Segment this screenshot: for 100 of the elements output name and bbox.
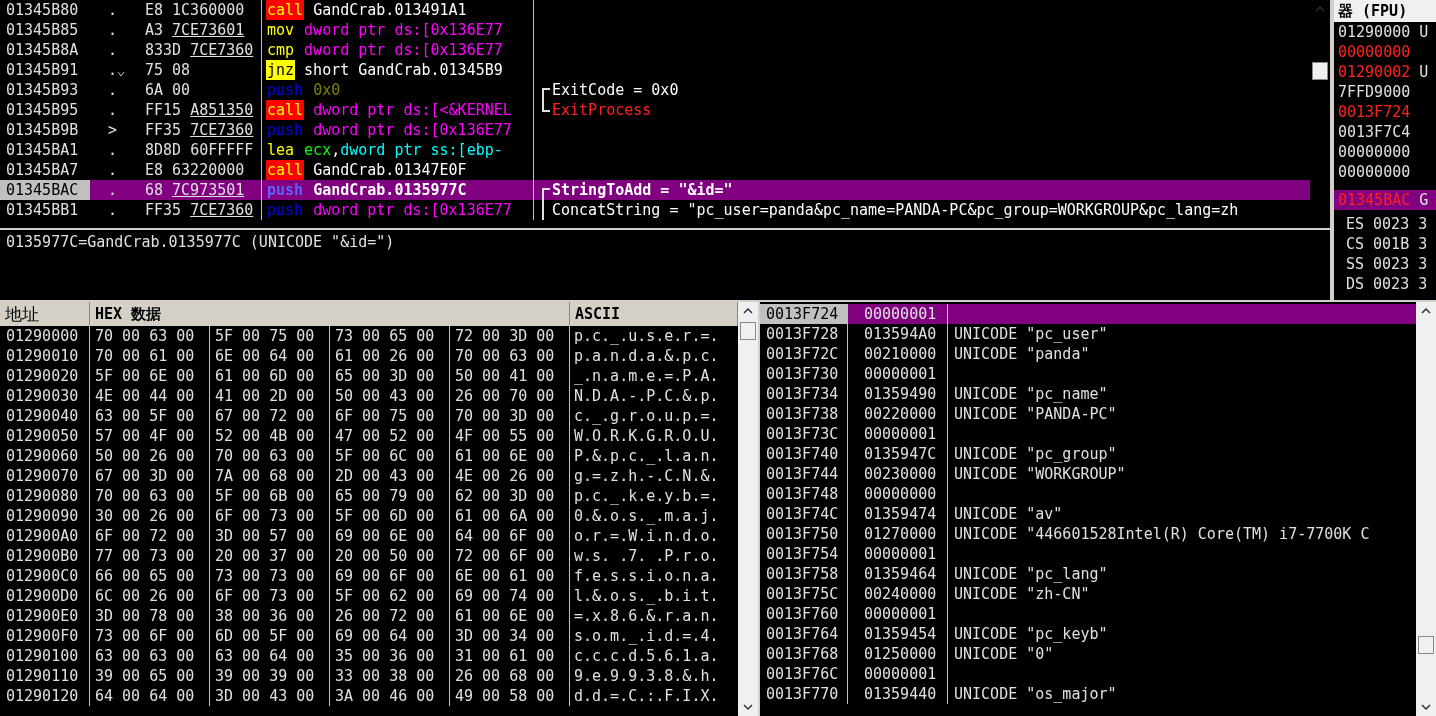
scrollbar[interactable]	[1416, 302, 1436, 716]
address-cell: 0013F770	[760, 684, 848, 704]
register-value: 00000000	[1338, 162, 1411, 182]
hex-cell: 33 00 38 00	[330, 666, 450, 686]
address-cell: 012900C0	[0, 566, 90, 586]
value-cell: 01359490	[848, 384, 948, 404]
hex-cell: 50 00 26 00	[90, 446, 210, 466]
jump-mark: .	[108, 100, 118, 120]
value-cell: 01270000	[848, 524, 948, 544]
selected-row[interactable]: 01345BAC . 68 7C973501 push GandCrab.0135977C StringToAdd = "&id="	[0, 180, 1310, 200]
value-cell: 00240000	[848, 584, 948, 604]
column-header[interactable]: HEX 数据	[90, 302, 570, 326]
address-cell: 0013F750	[760, 524, 848, 544]
scroll-thumb[interactable]	[1418, 636, 1434, 654]
ascii-cell-text: 0.&.o.s._.m.a.j.	[573, 506, 720, 526]
operand-bytes: 7CE73601	[172, 20, 245, 40]
value-cell: 00220000	[848, 404, 948, 424]
value-cell: 0135947C	[848, 444, 948, 464]
value-cell: 013594A0	[848, 324, 948, 344]
register-note: U	[1419, 22, 1429, 42]
opcode-text: 68	[145, 180, 164, 200]
ascii-cell-text: N.D.A.-.P.C.&.p.	[573, 386, 720, 406]
hex-cell: 63 00 64 00	[210, 646, 330, 666]
column-header[interactable]: 地址	[0, 302, 90, 326]
hex-cell: 35 00 36 00	[330, 646, 450, 666]
segment-note: 3	[1418, 274, 1428, 294]
hex-cell: 41 00 2D 00	[210, 386, 330, 406]
register-value: 01290000	[1338, 22, 1411, 42]
value-cell: 00230000	[848, 464, 948, 484]
hex-cell: 38 00 36 00	[210, 606, 330, 626]
jump-mark: >	[108, 120, 118, 140]
address-cell: 01290000	[0, 326, 90, 346]
scroll-thumb[interactable]	[740, 322, 756, 340]
address-cell-text: 01345B93	[5, 80, 80, 100]
register-value: 7FFD9000	[1338, 82, 1411, 102]
hex-cell: 4E 00 26 00	[450, 466, 570, 486]
mnemonic: call	[266, 100, 305, 120]
hex-cell: 64 00 64 00	[90, 686, 210, 706]
hex-cell: 49 00 58 00	[450, 686, 570, 706]
segment-name: SS	[1346, 254, 1365, 274]
hex-cell: 6D 00 5F 00	[210, 626, 330, 646]
value-cell: 00000001	[848, 664, 948, 684]
address-cell: 0013F748	[760, 484, 848, 504]
hex-cell: 6C 00 26 00	[90, 586, 210, 606]
operand-text: dword ptr ds:[0x136E77	[304, 40, 503, 60]
address-cell: 01290080	[0, 486, 90, 506]
hex-cell: 5F 00 6D 00	[330, 506, 450, 526]
address-cell: 0013F734	[760, 384, 848, 404]
hex-cell: 5F 00 75 00	[210, 326, 330, 346]
opcode-text: FF15	[145, 100, 182, 120]
hex-cell: 57 00 4F 00	[90, 426, 210, 446]
address-cell-text: 01345BA7	[5, 160, 80, 180]
hex-cell: 61 00 6E 00	[450, 446, 570, 466]
operand-text: dword ptr ds:[0x136E77	[304, 20, 503, 40]
jump-mark: .	[108, 40, 118, 60]
hex-cell: 6E 00 61 00	[450, 566, 570, 586]
address-cell: 01290070	[0, 466, 90, 486]
comment-text: StringToAdd = "&id="	[552, 180, 733, 200]
mnemonic: push	[266, 180, 305, 200]
ascii-cell-text: =.x.8.6.&.r.a.n.	[573, 606, 720, 626]
hex-cell: 50 00 43 00	[330, 386, 450, 406]
hex-cell: 63 00 63 00	[90, 646, 210, 666]
pane-title: 器 (FPU)	[1338, 2, 1408, 20]
jump-mark: .	[108, 60, 118, 80]
mnemonic: push	[266, 120, 305, 140]
eip-row[interactable]: 01345BAC G	[1334, 190, 1436, 210]
value-cell: 00000001	[848, 544, 948, 564]
register-value: 0013F7C4	[1338, 122, 1411, 142]
value-cell: 00000001	[848, 424, 948, 444]
address-cell-text: 01345B95	[5, 100, 80, 120]
opcode-text: FF35	[145, 200, 182, 220]
ascii-cell-text: 9.e.9.9.3.8.&.h.	[573, 666, 720, 686]
value-cell: 01359440	[848, 684, 948, 704]
segment-value: 0023	[1373, 214, 1410, 234]
hex-cell: 69 00 74 00	[450, 586, 570, 606]
address-cell: 01290020	[0, 366, 90, 386]
comment-text: UNICODE "pc_user"	[954, 325, 1108, 343]
opcode-text: A3	[145, 20, 164, 40]
hex-cell: 61 00 6E 00	[450, 606, 570, 626]
address-cell: 01345BAC	[0, 180, 90, 200]
ascii-cell-text: o.r.=.W.i.n.d.o.	[573, 526, 720, 546]
hex-cell: 72 00 6F 00	[450, 546, 570, 566]
scrollbar[interactable]	[738, 302, 758, 716]
operand-bytes: A851350	[190, 100, 254, 120]
scroll-thumb[interactable]	[1312, 62, 1328, 80]
hex-cell: 31 00 61 00	[450, 646, 570, 666]
address-cell: 0013F760	[760, 604, 848, 624]
hex-cell: 77 00 73 00	[90, 546, 210, 566]
comment-text: UNICODE "pc_group"	[954, 445, 1117, 463]
hex-cell: 73 00 6F 00	[90, 626, 210, 646]
value-cell: 01359474	[848, 504, 948, 524]
address-cell-text: 01345B80	[5, 0, 80, 20]
mnemonic: cmp	[266, 40, 296, 60]
hex-cell: 5F 00 6C 00	[330, 446, 450, 466]
hex-cell: 65 00 79 00	[330, 486, 450, 506]
segment-value: 001B	[1373, 234, 1410, 254]
address-cell: 01290100	[0, 646, 90, 666]
comment-text: UNICODE "PANDA-PC"	[954, 405, 1117, 423]
comment-text: UNICODE "av"	[954, 505, 1063, 523]
mnemonic: mov	[266, 20, 296, 40]
